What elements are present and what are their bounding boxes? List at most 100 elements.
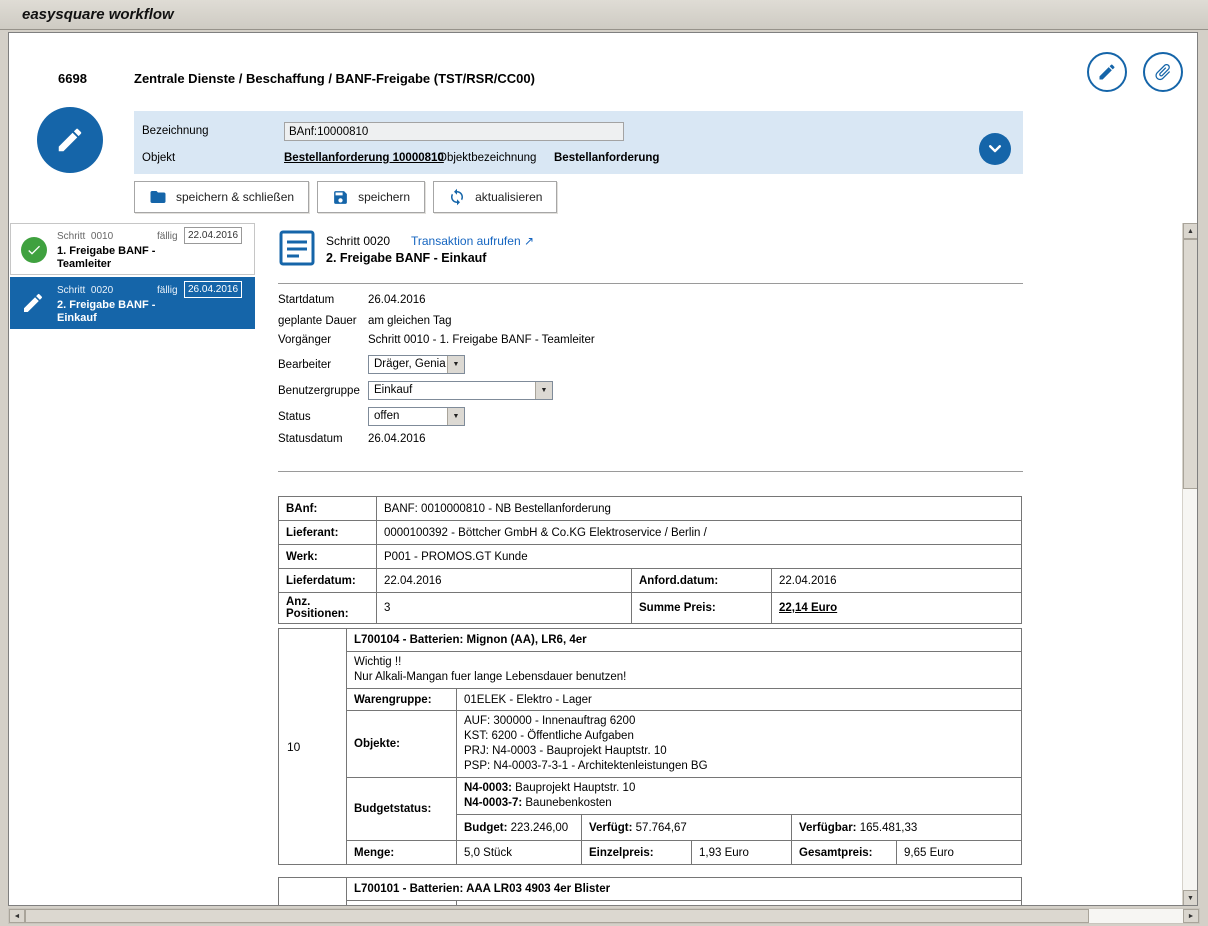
sidebar-item-step-0010[interactable]: Schritt 0010 fällig 22.04.2016 1. Freiga… xyxy=(10,223,255,275)
lieferdatum-label: Lieferdatum: xyxy=(279,569,377,593)
benutzergruppe-select[interactable]: Einkauf ▼ xyxy=(368,381,553,400)
objektbezeichnung-label: Objektbezeichnung xyxy=(438,152,536,164)
table-row: Lieferant: 0000100392 - Böttcher GmbH & … xyxy=(279,521,1022,545)
startdatum-value: 26.04.2016 xyxy=(368,294,426,306)
chevron-down-icon: ▼ xyxy=(447,408,464,425)
position-number xyxy=(279,878,347,906)
due-date-badge: 22.04.2016 xyxy=(184,227,242,244)
collapse-panel-button[interactable] xyxy=(979,133,1011,165)
table-row: Warengruppe: A1412 - Elektroinstallation xyxy=(279,901,1022,906)
table-row: BAnf: BANF: 0010000810 - NB Bestellanfor… xyxy=(279,497,1022,521)
lieferdatum-value: 22.04.2016 xyxy=(377,569,632,593)
benutzergruppe-label: Benutzergruppe xyxy=(278,385,360,397)
status-select[interactable]: offen ▼ xyxy=(368,407,465,426)
verfuegt-cell: Verfügt: 57.764,67 xyxy=(582,815,792,841)
warengruppe-label: Warengruppe: xyxy=(347,689,457,711)
edit-button[interactable] xyxy=(1087,52,1127,92)
vertical-scroll-thumb[interactable] xyxy=(1183,239,1198,489)
refresh-button[interactable]: aktualisieren xyxy=(433,181,557,213)
pencil-icon xyxy=(55,125,85,155)
position-note: Wichtig !! Nur Alkali-Mangan fuer lange … xyxy=(347,652,1022,689)
divider xyxy=(278,283,1023,284)
sidebar-item-step-0020[interactable]: Schritt 0020 fällig 26.04.2016 2. Freiga… xyxy=(10,277,255,329)
einzelpreis-value: 1,93 Euro xyxy=(692,841,792,865)
scroll-up-button[interactable]: ▲ xyxy=(1183,223,1198,239)
main-window: 6698 Zentrale Dienste / Beschaffung / BA… xyxy=(8,32,1198,906)
positionen-value: 3 xyxy=(377,593,632,624)
chevron-down-icon: ▼ xyxy=(535,382,552,399)
due-date-badge: 26.04.2016 xyxy=(184,281,242,298)
bezeichnung-input[interactable] xyxy=(284,122,624,141)
check-icon xyxy=(21,237,47,263)
document-icon xyxy=(278,229,316,270)
horizontal-scroll-thumb[interactable] xyxy=(25,909,1089,923)
refresh-label: aktualisieren xyxy=(475,190,542,204)
statusdatum-value: 26.04.2016 xyxy=(368,433,426,445)
schritt-number: 0010 xyxy=(91,231,113,242)
budgetstatus-text: N4-0003: Bauprojekt Hauptstr. 10 N4-0003… xyxy=(457,778,1022,815)
paperclip-icon xyxy=(1149,58,1177,86)
summe-value-link[interactable]: 22,14 Euro xyxy=(779,602,837,614)
banf-value: BANF: 0010000810 - NB Bestellanforderung xyxy=(377,497,1022,521)
attachments-button[interactable] xyxy=(1143,52,1183,92)
toolbar: speichern & schließen speichern aktualis… xyxy=(134,181,557,213)
vorgaenger-value: Schritt 0010 - 1. Freigabe BANF - Teamle… xyxy=(368,334,595,346)
faellig-label: fällig xyxy=(157,231,178,242)
table-row: Anz. Positionen: 3 Summe Preis: 22,14 Eu… xyxy=(279,593,1022,624)
transaction-link[interactable]: Transaktion aufrufen ↗ xyxy=(411,234,534,248)
folder-icon xyxy=(149,188,167,206)
status-label: Status xyxy=(278,411,311,423)
budgetstatus-label: Budgetstatus: xyxy=(347,778,457,841)
verfuegbar-cell: Verfügbar: 165.481,33 xyxy=(792,815,1022,841)
external-link-icon: ↗ xyxy=(524,234,534,248)
position-title: L700104 - Batterien: Mignon (AA), LR6, 4… xyxy=(347,629,1022,652)
save-button[interactable]: speichern xyxy=(317,181,425,213)
table-row: Lieferdatum: 22.04.2016 Anford.datum: 22… xyxy=(279,569,1022,593)
faellig-label: fällig xyxy=(157,285,178,296)
table-row: Budgetstatus: N4-0003: Bauprojekt Haupts… xyxy=(279,778,1022,815)
position-title: L700101 - Batterien: AAA LR03 4903 4er B… xyxy=(347,878,1022,901)
einzelpreis-label: Einzelpreis: xyxy=(582,841,692,865)
statusdatum-label: Statusdatum xyxy=(278,433,343,445)
table-row: Menge: 5,0 Stück Einzelpreis: 1,93 Euro … xyxy=(279,841,1022,865)
position-table-next: L700101 - Batterien: AAA LR03 4903 4er B… xyxy=(278,877,1022,905)
chevron-down-icon xyxy=(984,138,1006,160)
objekte-value: AUF: 300000 - Innenauftrag 6200 KST: 620… xyxy=(457,711,1022,778)
warengruppe-label: Warengruppe: xyxy=(347,901,457,906)
dauer-value: am gleichen Tag xyxy=(368,315,452,327)
step-sidebar: Schritt 0010 fällig 22.04.2016 1. Freiga… xyxy=(10,223,255,331)
chevron-down-icon: ▼ xyxy=(447,356,464,373)
dauer-label: geplante Dauer xyxy=(278,315,357,327)
step-number-label: Schritt 0020 xyxy=(326,234,390,248)
vertical-scrollbar[interactable]: ▲ ▼ xyxy=(1182,223,1197,906)
breadcrumb: Zentrale Dienste / Beschaffung / BANF-Fr… xyxy=(134,71,535,86)
position-number: 10 xyxy=(279,629,347,865)
scroll-right-button[interactable]: ► xyxy=(1183,909,1199,923)
objekt-link[interactable]: Bestellanforderung 10000810 xyxy=(284,152,444,164)
table-row: 10 L700104 - Batterien: Mignon (AA), LR6… xyxy=(279,629,1022,652)
lieferant-label: Lieferant: xyxy=(279,521,377,545)
save-close-button[interactable]: speichern & schließen xyxy=(134,181,309,213)
scroll-left-button[interactable]: ◄ xyxy=(9,909,25,923)
bearbeiter-select[interactable]: Dräger, Genia ▼ xyxy=(368,355,465,374)
step-detail-title: 2. Freigabe BANF - Einkauf xyxy=(326,251,486,265)
app-title: easysquare workflow xyxy=(22,6,174,23)
scroll-down-button[interactable]: ▼ xyxy=(1183,890,1198,906)
objekte-label: Objekte: xyxy=(347,711,457,778)
schritt-number: 0020 xyxy=(91,285,113,296)
table-row: Wichtig !! Nur Alkali-Mangan fuer lange … xyxy=(279,652,1022,689)
bezeichnung-label: Bezeichnung xyxy=(142,125,209,137)
anforddatum-value: 22.04.2016 xyxy=(772,569,1022,593)
werk-value: P001 - PROMOS.GT Kunde xyxy=(377,545,1022,569)
gesamtpreis-value: 9,65 Euro xyxy=(897,841,1022,865)
refresh-icon xyxy=(448,188,466,206)
step-title: 1. Freigabe BANF - Teamleiter xyxy=(57,245,155,271)
table-row: Warengruppe: 01ELEK - Elektro - Lager xyxy=(279,689,1022,711)
horizontal-scrollbar[interactable]: ◄ ► xyxy=(8,908,1200,924)
banf-summary-table: BAnf: BANF: 0010000810 - NB Bestellanfor… xyxy=(278,496,1022,624)
pencil-icon xyxy=(1097,62,1117,82)
menge-label: Menge: xyxy=(347,841,457,865)
objekt-label: Objekt xyxy=(142,152,175,164)
schritt-label: Schritt xyxy=(57,231,85,242)
vorgaenger-label: Vorgänger xyxy=(278,334,331,346)
